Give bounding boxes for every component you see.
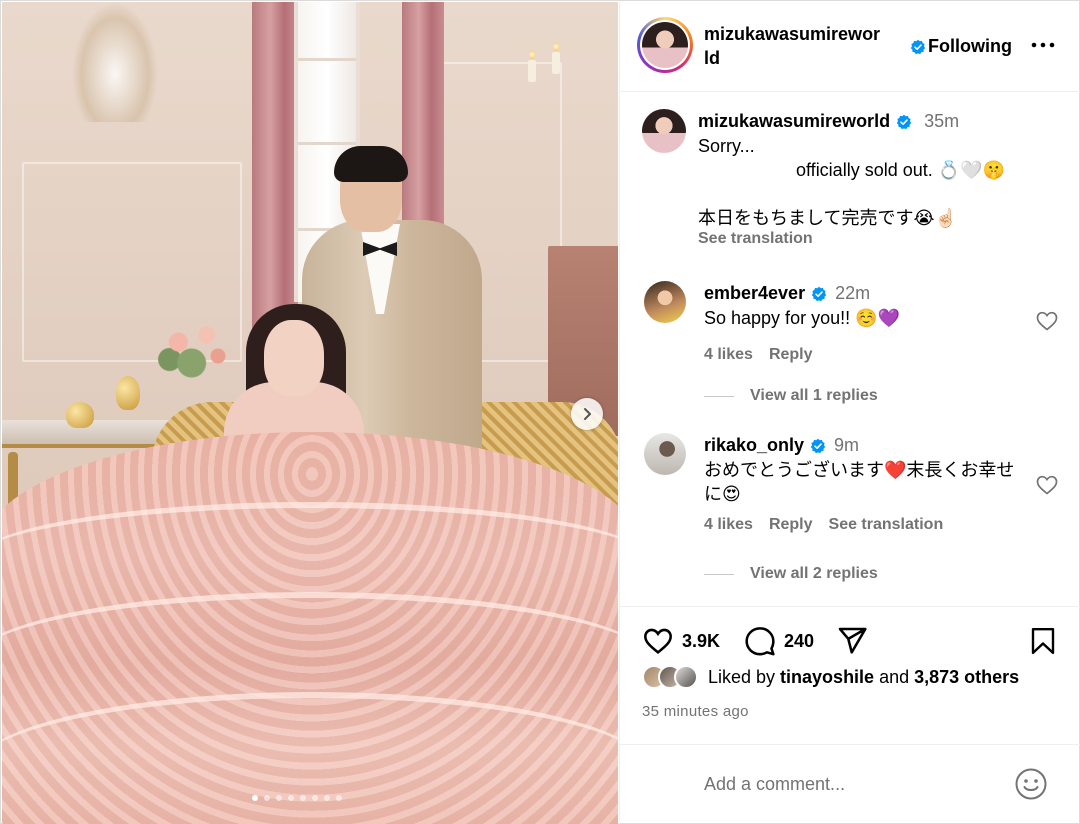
view-replies-label: View all 1 replies — [750, 387, 878, 404]
liked-by-summary: Liked by tinayoshile and 3,873 others — [642, 665, 1019, 689]
chevron-right-icon — [584, 408, 591, 420]
like-button[interactable]: 3.9K — [642, 625, 720, 657]
carousel-dot — [264, 795, 270, 801]
chandelier — [72, 2, 158, 122]
author-avatar[interactable] — [642, 22, 688, 68]
verified-badge-icon — [910, 39, 926, 54]
verified-badge-icon — [896, 114, 912, 129]
comment-composer — [620, 744, 1080, 824]
following-button[interactable]: Following — [928, 36, 1012, 57]
commenter-username[interactable]: rikako_only — [704, 435, 804, 456]
carousel-dot — [252, 795, 258, 801]
woman-face — [264, 320, 324, 396]
comment-time[interactable]: 9m — [834, 435, 859, 456]
caption-avatar[interactable] — [642, 109, 686, 153]
flower-vase — [152, 314, 240, 384]
teapot — [66, 402, 94, 428]
heart-icon[interactable] — [1035, 473, 1059, 497]
liked-by-user[interactable]: tinayoshile — [780, 667, 874, 687]
carousel-dot — [324, 795, 330, 801]
carousel-indicator — [252, 795, 342, 801]
post-header: mizukawasumireworld Following — [620, 2, 1080, 92]
caption-line: Sorry... — [698, 136, 755, 156]
liker-avatars — [642, 665, 698, 689]
caption-time[interactable]: 35m — [924, 111, 959, 132]
caption-line: officially sold out. 💍🤍🤫 — [796, 160, 1005, 180]
liker-avatar[interactable] — [674, 665, 698, 689]
comment-likes[interactable]: 4 likes — [704, 516, 753, 534]
teapot — [116, 376, 140, 410]
comment-likes[interactable]: 4 likes — [704, 346, 753, 364]
view-replies-button[interactable]: View all 2 replies — [704, 565, 878, 583]
carousel-dot — [312, 795, 318, 801]
post-timestamp[interactable]: 35 minutes ago — [642, 703, 749, 720]
man-hair — [334, 146, 408, 182]
comment-count: 240 — [784, 630, 815, 651]
caption-username[interactable]: mizukawasumireworld — [698, 111, 890, 132]
verified-badge-icon — [810, 438, 826, 453]
see-translation-link[interactable]: See translation — [829, 516, 944, 534]
comment-bubble-icon — [745, 627, 775, 656]
bookmark-icon — [1031, 627, 1055, 655]
reply-button[interactable]: Reply — [769, 516, 813, 534]
story-ring[interactable] — [637, 17, 693, 73]
comment-input[interactable] — [704, 769, 1004, 799]
emoji-icon[interactable] — [1014, 767, 1048, 801]
save-button[interactable] — [1028, 625, 1058, 657]
like-count: 3.9K — [682, 630, 721, 651]
send-icon — [838, 627, 867, 654]
carousel-dot — [288, 795, 294, 801]
reply-button[interactable]: Reply — [769, 346, 813, 364]
post-side-panel: mizukawasumireworld Following mizukawasu… — [619, 2, 1080, 824]
comment-text: おめでとうございます❤️末長くお幸せに😍 — [704, 460, 1015, 504]
comment-meta: 4 likes Reply See translation — [704, 516, 1034, 534]
more-options-button[interactable] — [1030, 32, 1056, 58]
comment-meta: 4 likes Reply — [704, 346, 1004, 364]
comment-button[interactable]: 240 — [744, 625, 814, 657]
see-translation-link[interactable]: See translation — [698, 230, 1058, 248]
verified-badge-icon — [811, 286, 827, 301]
more-horizontal-icon — [1031, 42, 1055, 48]
commenter-avatar[interactable] — [644, 433, 686, 475]
heart-icon[interactable] — [1035, 309, 1059, 333]
curtain-left — [252, 2, 298, 332]
wall-sconce — [528, 50, 536, 82]
share-button[interactable] — [836, 625, 868, 657]
liked-by-prefix: Liked by — [708, 666, 781, 687]
liked-by-and: and — [874, 666, 915, 687]
instagram-post-modal: mizukawasumireworld Following mizukawasu… — [0, 0, 1080, 824]
wall-sconce — [552, 42, 560, 74]
carousel-dot — [300, 795, 306, 801]
commenter-username[interactable]: ember4ever — [704, 283, 805, 304]
carousel-next-button[interactable] — [571, 398, 603, 430]
view-replies-button[interactable]: View all 1 replies — [704, 387, 878, 405]
comment-text: So happy for you!! ☺️💜 — [704, 308, 900, 328]
post-photo[interactable] — [2, 2, 618, 824]
liked-by-others[interactable]: 3,873 others — [914, 667, 1019, 687]
post-actions: 3.9K 240 Liked by tinayoshile and 3,873 … — [620, 606, 1080, 744]
follow-status: Following — [910, 36, 1012, 57]
author-username[interactable]: mizukawasumireworld — [704, 22, 884, 70]
carousel-dot — [276, 795, 282, 801]
comment-time[interactable]: 22m — [835, 283, 870, 304]
commenter-avatar[interactable] — [644, 281, 686, 323]
comments-section[interactable]: mizukawasumireworld 35m Sorry... officia… — [620, 93, 1080, 605]
heart-icon — [644, 628, 672, 654]
caption-line: 本日をもちまして完売です😭☝🏻 — [698, 208, 957, 228]
view-replies-label: View all 2 replies — [750, 565, 878, 582]
carousel-dot — [336, 795, 342, 801]
